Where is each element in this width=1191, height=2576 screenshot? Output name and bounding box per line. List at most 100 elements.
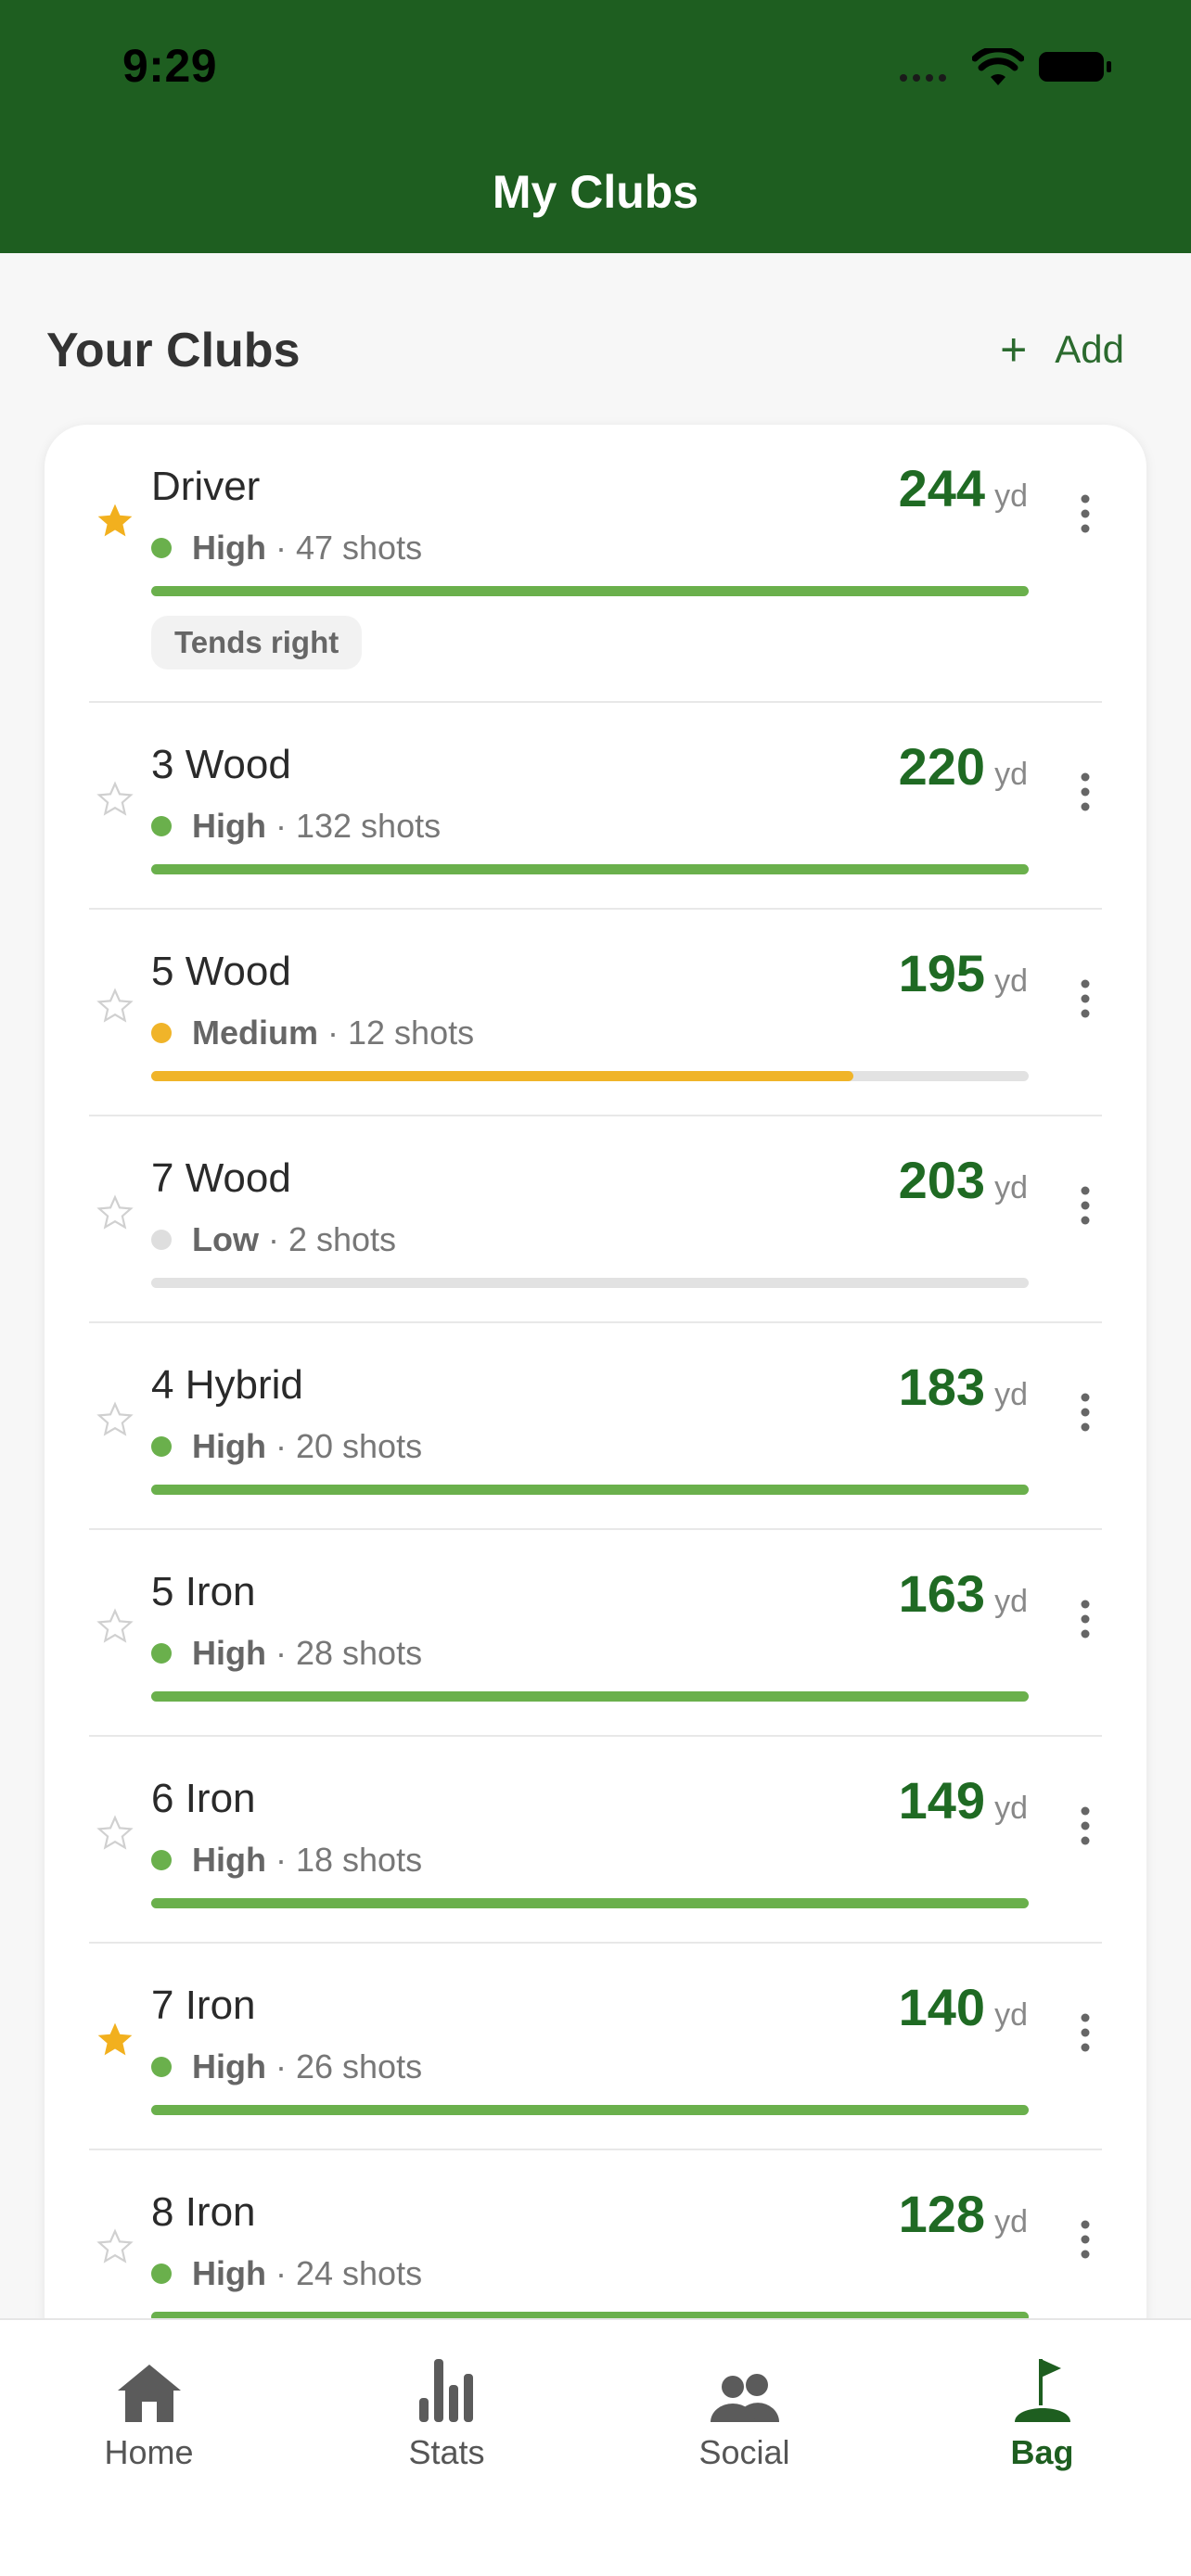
- confidence-info: High · 26 shots: [151, 2047, 422, 2086]
- star-filled-icon[interactable]: [95, 501, 135, 542]
- shot-count: · 132 shots: [275, 807, 442, 845]
- club-row[interactable]: 7 Wood Low · 2 shots 203 yd: [45, 1116, 1146, 1323]
- section-title: Your Clubs: [46, 324, 301, 377]
- confidence-info: High · 20 shots: [151, 1427, 422, 1466]
- club-name: 8 Iron: [151, 2189, 256, 2235]
- club-row[interactable]: 3 Wood High · 132 shots 220 yd: [45, 703, 1146, 910]
- confidence-bar-fill: [151, 586, 1029, 596]
- more-options-icon[interactable]: [1076, 2012, 1095, 2053]
- confidence-bar-fill: [151, 1691, 1029, 1702]
- confidence-info: Medium · 12 shots: [151, 1014, 474, 1052]
- wifi-icon: [972, 48, 1024, 85]
- confidence-info: Low · 2 shots: [151, 1220, 396, 1259]
- tab-stats[interactable]: Stats: [298, 2320, 596, 2506]
- club-row[interactable]: 4 Hybrid High · 20 shots 183 yd: [45, 1323, 1146, 1530]
- distance-value: 163: [898, 1564, 986, 1623]
- club-row[interactable]: Driver High · 47 shots 244 yd Tends right: [45, 425, 1146, 703]
- shot-count: · 24 shots: [275, 2254, 423, 2292]
- star-outline-icon[interactable]: [95, 1192, 135, 1233]
- star-outline-icon[interactable]: [95, 1813, 135, 1854]
- confidence-info: High · 24 shots: [151, 2254, 422, 2293]
- confidence-info: High · 47 shots: [151, 529, 422, 567]
- confidence-bar-fill: [151, 1071, 853, 1081]
- distance-unit: yd: [994, 757, 1028, 792]
- app-header: 9:29 My Clubs: [0, 0, 1191, 253]
- star-outline-icon[interactable]: [95, 2226, 135, 2267]
- distance-unit: yd: [994, 1584, 1028, 1619]
- star-outline-icon[interactable]: [95, 779, 135, 820]
- tab-social[interactable]: Social: [596, 2320, 893, 2506]
- confidence-level: High: [192, 2047, 266, 2085]
- confidence-bar: [151, 1071, 1029, 1081]
- club-name: 7 Wood: [151, 1155, 291, 1201]
- battery-icon: [1039, 52, 1111, 82]
- club-row[interactable]: 5 Iron High · 28 shots 163 yd: [45, 1530, 1146, 1737]
- more-options-icon[interactable]: [1076, 1185, 1095, 1226]
- confidence-level: High: [192, 2254, 266, 2292]
- shot-count: · 18 shots: [275, 1841, 423, 1879]
- confidence-bar-fill: [151, 2105, 1029, 2115]
- club-distance: 163 yd: [899, 1563, 1028, 1624]
- club-row[interactable]: 6 Iron High · 18 shots 149 yd: [45, 1737, 1146, 1944]
- tab-bar: Home Stats Social Bag: [0, 2318, 1191, 2576]
- confidence-level: High: [192, 1427, 266, 1465]
- more-options-icon[interactable]: [1076, 1805, 1095, 1846]
- add-label: Add: [1055, 327, 1124, 371]
- tab-home[interactable]: Home: [0, 2320, 298, 2506]
- distance-value: 183: [898, 1358, 986, 1416]
- star-filled-icon[interactable]: [95, 2020, 135, 2060]
- confidence-dot-icon: [151, 1643, 172, 1664]
- distance-unit: yd: [994, 478, 1028, 514]
- star-outline-icon[interactable]: [95, 1399, 135, 1440]
- plus-icon: +: [1000, 324, 1028, 376]
- confidence-dot-icon: [151, 1436, 172, 1457]
- home-icon: [117, 2365, 181, 2422]
- flag-icon: [1014, 2359, 1070, 2422]
- club-distance: 195 yd: [899, 943, 1028, 1003]
- star-outline-icon[interactable]: [95, 1606, 135, 1647]
- more-options-icon[interactable]: [1076, 1392, 1095, 1433]
- club-name: 7 Iron: [151, 1983, 256, 2028]
- distance-value: 195: [898, 944, 986, 1002]
- confidence-level: High: [192, 1841, 266, 1879]
- star-outline-icon[interactable]: [95, 986, 135, 1027]
- distance-unit: yd: [994, 1170, 1028, 1205]
- club-distance: 203 yd: [899, 1150, 1028, 1210]
- more-options-icon[interactable]: [1076, 493, 1095, 534]
- club-name: 4 Hybrid: [151, 1362, 303, 1408]
- cellular-signal-icon: [900, 74, 946, 82]
- confidence-level: High: [192, 807, 266, 845]
- confidence-dot-icon: [151, 1023, 172, 1043]
- tab-bag[interactable]: Bag: [893, 2320, 1191, 2506]
- club-row[interactable]: 5 Wood Medium · 12 shots 195 yd: [45, 910, 1146, 1116]
- confidence-level: High: [192, 529, 266, 567]
- confidence-bar-fill: [151, 1485, 1029, 1495]
- confidence-bar: [151, 1898, 1029, 1908]
- confidence-level: High: [192, 1634, 266, 1672]
- confidence-level: Low: [192, 1220, 259, 1258]
- confidence-level: Medium: [192, 1014, 319, 1052]
- more-options-icon[interactable]: [1076, 978, 1095, 1019]
- confidence-bar: [151, 1691, 1029, 1702]
- shot-count: · 47 shots: [275, 529, 423, 567]
- distance-unit: yd: [994, 1377, 1028, 1412]
- shot-count: · 26 shots: [275, 2047, 423, 2085]
- more-options-icon[interactable]: [1076, 1599, 1095, 1639]
- add-club-button[interactable]: + Add: [1000, 326, 1124, 373]
- confidence-dot-icon: [151, 1230, 172, 1250]
- club-name: Driver: [151, 464, 261, 509]
- confidence-info: High · 28 shots: [151, 1634, 422, 1673]
- confidence-info: High · 132 shots: [151, 807, 441, 846]
- confidence-bar: [151, 2105, 1029, 2115]
- more-options-icon[interactable]: [1076, 772, 1095, 812]
- club-row[interactable]: 7 Iron High · 26 shots 140 yd: [45, 1944, 1146, 2150]
- club-distance: 149 yd: [899, 1770, 1028, 1830]
- distance-value: 128: [898, 2185, 986, 2243]
- confidence-dot-icon: [151, 2057, 172, 2077]
- page-title: My Clubs: [492, 166, 699, 218]
- confidence-bar: [151, 864, 1029, 874]
- confidence-bar: [151, 1485, 1029, 1495]
- more-options-icon[interactable]: [1076, 2219, 1095, 2260]
- distance-unit: yd: [994, 2204, 1028, 2239]
- club-distance: 183 yd: [899, 1357, 1028, 1417]
